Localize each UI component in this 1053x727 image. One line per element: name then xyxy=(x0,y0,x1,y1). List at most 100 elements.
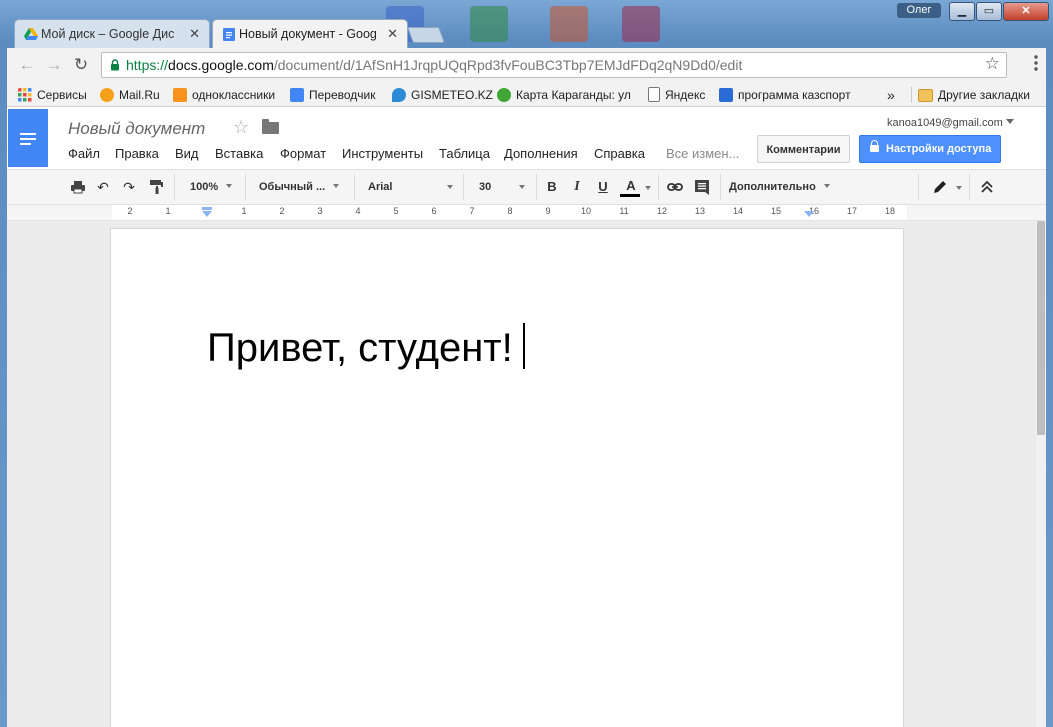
bookmark-mailru[interactable]: Mail.Ru xyxy=(100,86,160,104)
docs-home-icon[interactable] xyxy=(8,109,48,167)
chevron-down-icon xyxy=(447,185,453,189)
menu-file[interactable]: Файл xyxy=(68,146,100,161)
collapse-menus-icon[interactable] xyxy=(979,179,995,195)
underline-button[interactable]: U xyxy=(595,179,611,195)
back-icon[interactable]: ← xyxy=(16,54,38,76)
other-bookmarks[interactable]: Другие закладки xyxy=(918,86,1030,104)
star-icon[interactable]: ☆ xyxy=(233,117,249,138)
font-size-value: 30 xyxy=(479,181,492,193)
body-text: Привет, студент! xyxy=(207,326,513,370)
chevron-down-icon[interactable] xyxy=(956,186,962,190)
indent-marker-icon[interactable] xyxy=(201,207,213,217)
bookmark-star-icon[interactable]: ☆ xyxy=(985,54,1000,74)
chevron-down-icon[interactable] xyxy=(1006,119,1014,124)
bookmark-yandex[interactable]: Яндекс xyxy=(648,86,705,104)
search-icon xyxy=(719,88,733,102)
ruler-tick-label: 6 xyxy=(431,206,437,216)
background-app-icon xyxy=(470,6,508,42)
italic-button[interactable]: I xyxy=(569,179,585,195)
paint-format-icon[interactable] xyxy=(148,179,164,195)
close-tab-icon[interactable]: ✕ xyxy=(189,20,200,48)
zoom-select[interactable]: 100% xyxy=(190,170,233,204)
lock-icon xyxy=(870,140,879,152)
forward-icon[interactable]: → xyxy=(43,54,65,76)
ruler: 2 1 1 2 3 4 5 6 7 8 9 10 11 12 13 14 15 … xyxy=(7,205,1046,221)
undo-icon[interactable]: ↶ xyxy=(95,179,111,195)
bookmark-translator[interactable]: Переводчик xyxy=(290,86,376,104)
vertical-scrollbar[interactable] xyxy=(1036,221,1046,727)
tab-my-drive[interactable]: Мой диск – Google Дис ✕ xyxy=(14,19,210,48)
bold-button[interactable]: B xyxy=(544,179,560,195)
font-value: Arial xyxy=(368,181,393,193)
tab-label: Мой диск – Google Дис xyxy=(41,27,175,41)
bookmark-kazsport[interactable]: программа казспорт xyxy=(719,86,851,104)
browser-menu-icon[interactable] xyxy=(1034,54,1038,72)
text-color-swatch xyxy=(620,194,640,197)
link-icon[interactable] xyxy=(667,179,683,195)
formatting-toolbar: ↶ ↷ 100% Обычный ... Arial 30 B I U A До… xyxy=(7,169,1046,205)
divider xyxy=(911,87,912,103)
comment-icon[interactable] xyxy=(694,179,710,195)
save-status[interactable]: Все измен... xyxy=(666,146,739,161)
document-page[interactable]: Привет, студент! xyxy=(110,228,904,727)
bookmarks-overflow-icon[interactable]: » xyxy=(887,86,895,104)
menu-table[interactable]: Таблица xyxy=(439,146,490,161)
maximize-button[interactable]: ▭ xyxy=(976,2,1002,21)
menu-help[interactable]: Справка xyxy=(594,146,645,161)
folder-icon[interactable] xyxy=(262,119,279,134)
menu-format[interactable]: Формат xyxy=(280,146,326,161)
url-text: https://docs.google.com/document/d/1AfSn… xyxy=(126,53,742,77)
comments-button[interactable]: Комментарии xyxy=(757,135,850,163)
menu-view[interactable]: Вид xyxy=(175,146,199,161)
text-cursor xyxy=(522,323,525,369)
minimize-button[interactable]: ▁ xyxy=(949,2,975,21)
new-tab-button[interactable] xyxy=(407,27,445,43)
menu-edit[interactable]: Правка xyxy=(115,146,159,161)
url-host: docs.google.com xyxy=(168,57,274,73)
menu-insert[interactable]: Вставка xyxy=(215,146,263,161)
tab-new-document[interactable]: Новый документ - Goog ✕ xyxy=(212,19,408,48)
font-select[interactable]: Arial xyxy=(368,170,453,204)
ruler-tick-label: 17 xyxy=(846,206,857,216)
reload-icon[interactable]: ↻ xyxy=(70,54,92,76)
divider xyxy=(354,174,355,200)
other-bookmarks-label: Другие закладки xyxy=(938,88,1030,102)
ruler-tick-label: 8 xyxy=(507,206,513,216)
share-button[interactable]: Настройки доступа xyxy=(859,135,1001,163)
ruler-track: 2 1 1 2 3 4 5 6 7 8 9 10 11 12 13 14 15 … xyxy=(112,205,907,220)
chevron-down-icon[interactable] xyxy=(645,186,651,190)
right-indent-marker-icon[interactable] xyxy=(804,207,814,217)
document-body-text[interactable]: Привет, студент! xyxy=(207,323,525,371)
redo-icon[interactable]: ↷ xyxy=(121,179,137,195)
folder-icon xyxy=(918,89,933,102)
share-button-label: Настройки доступа xyxy=(886,143,992,155)
bookmark-odnoklassniki[interactable]: одноклассники xyxy=(173,86,275,104)
font-size-select[interactable]: 30 xyxy=(479,170,525,204)
close-window-button[interactable]: ✕ xyxy=(1003,2,1049,21)
edit-mode-pencil-icon[interactable] xyxy=(932,179,948,195)
gismeteo-icon xyxy=(392,88,406,102)
menu-addons[interactable]: Дополнения xyxy=(504,146,578,161)
ruler-tick-label: 12 xyxy=(656,206,667,216)
document-title[interactable]: Новый документ xyxy=(68,119,205,139)
style-select[interactable]: Обычный ... xyxy=(259,170,340,204)
address-bar[interactable]: https://docs.google.com/document/d/1AfSn… xyxy=(101,52,1007,78)
background-app-icon xyxy=(622,6,660,42)
mailru-icon xyxy=(100,88,114,102)
print-icon[interactable] xyxy=(70,179,86,195)
bookmark-karaganda-map[interactable]: Карта Караганды: ул xyxy=(497,86,631,104)
bookmark-gismeteo[interactable]: GISMETEO.KZ xyxy=(392,86,493,104)
url-path: /document/d/1AfSnH1JrqpUQqRpd3fvFouBC3Tb… xyxy=(273,57,743,73)
account-email[interactable]: kanoa1049@gmail.com xyxy=(887,117,1003,129)
translate-icon xyxy=(290,88,304,102)
bookmark-services[interactable]: Сервисы xyxy=(18,86,87,104)
menu-tools[interactable]: Инструменты xyxy=(342,146,423,161)
ruler-tick-label: 11 xyxy=(619,206,629,216)
bookmark-label: Mail.Ru xyxy=(119,88,160,102)
close-tab-icon[interactable]: ✕ xyxy=(387,20,398,48)
text-color-button[interactable]: A xyxy=(620,179,642,197)
scrollbar-thumb[interactable] xyxy=(1037,221,1045,435)
bookmark-label: Карта Караганды: ул xyxy=(516,88,631,102)
document-canvas: Привет, студент! xyxy=(7,221,1036,727)
more-tools-select[interactable]: Дополнительно xyxy=(729,170,830,204)
